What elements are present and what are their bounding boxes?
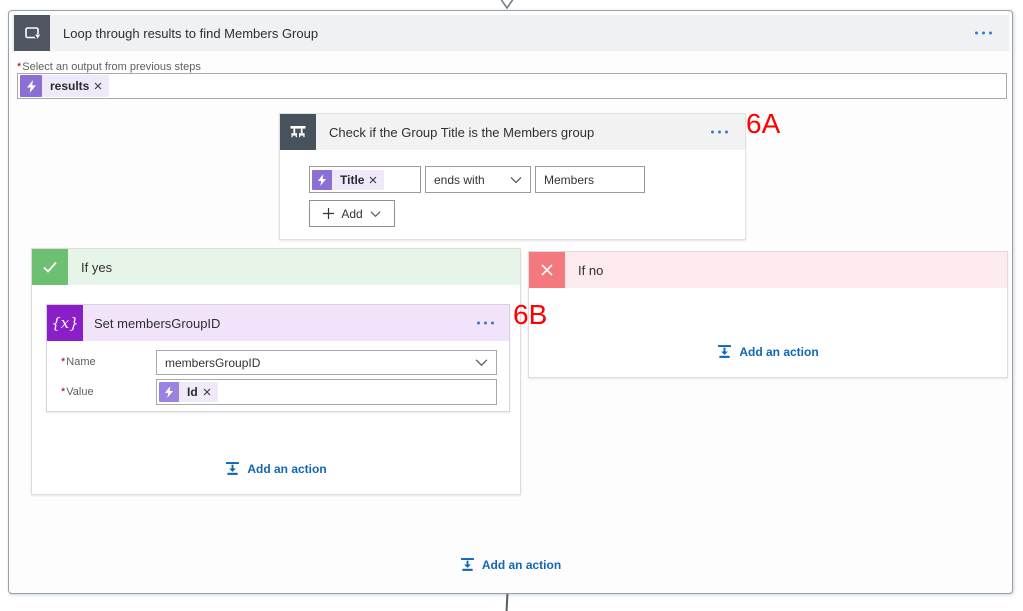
dynamic-content-icon — [20, 75, 42, 97]
set-variable-menu-button[interactable] — [473, 318, 498, 329]
condition-operator-dropdown[interactable]: ends with — [425, 166, 531, 193]
variable-name-dropdown[interactable]: membersGroupID — [156, 350, 497, 375]
required-marker: * — [17, 61, 21, 73]
condition-icon — [280, 114, 316, 150]
set-variable-card: {x} Set membersGroupID *Name membersGrou… — [46, 304, 510, 412]
if-no-add-action-link[interactable]: Add an action — [529, 344, 1007, 359]
flow-designer-canvas: Loop through results to find Members Gro… — [0, 0, 1023, 611]
name-label: *Name — [61, 356, 96, 368]
required-marker: * — [61, 386, 65, 398]
condition-card: Check if the Group Title is the Members … — [279, 113, 746, 240]
apply-to-each-scope: Loop through results to find Members Gro… — [8, 10, 1013, 594]
variable-icon: {x} — [47, 305, 83, 341]
plus-icon — [323, 208, 334, 219]
check-icon — [32, 249, 68, 285]
variable-value-input[interactable]: Id — [156, 379, 497, 405]
condition-left-operand-input[interactable]: Title — [309, 166, 421, 193]
connector-line — [506, 594, 509, 611]
if-no-branch: If no Add an action — [528, 251, 1008, 378]
annotation-6a: 6A — [746, 110, 780, 138]
loop-title: Loop through results to find Members Gro… — [63, 26, 318, 41]
value-label: *Value — [61, 386, 94, 398]
token-remove-icon[interactable] — [203, 388, 211, 396]
chevron-down-icon — [370, 210, 381, 218]
loop-menu-button[interactable] — [971, 28, 996, 39]
token-label: Id — [179, 385, 203, 399]
insert-step-arrow-icon[interactable] — [495, 0, 519, 10]
chevron-down-icon — [475, 358, 488, 367]
add-action-label: Add an action — [482, 558, 561, 572]
token-label: Title — [332, 173, 369, 187]
results-token[interactable]: results — [20, 75, 109, 97]
condition-menu-button[interactable] — [707, 127, 732, 138]
x-icon — [529, 252, 565, 288]
operator-value: ends with — [434, 173, 485, 187]
required-marker: * — [61, 356, 65, 368]
if-yes-branch: If yes {x} Set membersGroupID *Name memb… — [31, 248, 521, 495]
id-token[interactable]: Id — [159, 382, 218, 402]
if-yes-header[interactable]: If yes — [32, 249, 520, 285]
condition-value-text: Members — [544, 173, 594, 187]
apply-to-each-icon — [14, 15, 50, 51]
dynamic-content-icon — [312, 170, 332, 190]
loop-output-input[interactable]: results — [17, 73, 1007, 99]
condition-right-operand-input[interactable]: Members — [535, 166, 645, 193]
condition-add-button[interactable]: Add — [309, 200, 395, 227]
loop-add-action-link[interactable]: Add an action — [9, 557, 1012, 572]
annotation-6b: 6B — [513, 301, 547, 329]
if-no-header[interactable]: If no — [529, 252, 1007, 288]
set-variable-title: Set membersGroupID — [94, 316, 220, 331]
token-label: results — [42, 79, 94, 93]
dynamic-content-icon — [159, 382, 179, 402]
add-action-icon — [225, 461, 240, 476]
variable-name-value: membersGroupID — [165, 356, 260, 370]
loop-output-label: *Select an output from previous steps — [17, 61, 201, 73]
condition-title: Check if the Group Title is the Members … — [329, 125, 594, 140]
add-action-icon — [717, 344, 732, 359]
condition-row: Title ends with Members — [309, 166, 645, 193]
if-yes-add-action-link[interactable]: Add an action — [32, 461, 520, 476]
set-variable-header[interactable]: {x} Set membersGroupID — [47, 305, 509, 341]
add-action-icon — [460, 557, 475, 572]
chevron-down-icon — [510, 176, 522, 184]
add-button-label: Add — [341, 207, 362, 221]
if-no-label: If no — [578, 263, 603, 278]
loop-header[interactable]: Loop through results to find Members Gro… — [12, 15, 1009, 51]
if-yes-label: If yes — [81, 260, 112, 275]
add-action-label: Add an action — [739, 345, 818, 359]
token-remove-icon[interactable] — [94, 82, 102, 90]
token-remove-icon[interactable] — [369, 176, 377, 184]
condition-header[interactable]: Check if the Group Title is the Members … — [280, 114, 745, 150]
add-action-label: Add an action — [247, 462, 326, 476]
title-token[interactable]: Title — [312, 170, 384, 190]
